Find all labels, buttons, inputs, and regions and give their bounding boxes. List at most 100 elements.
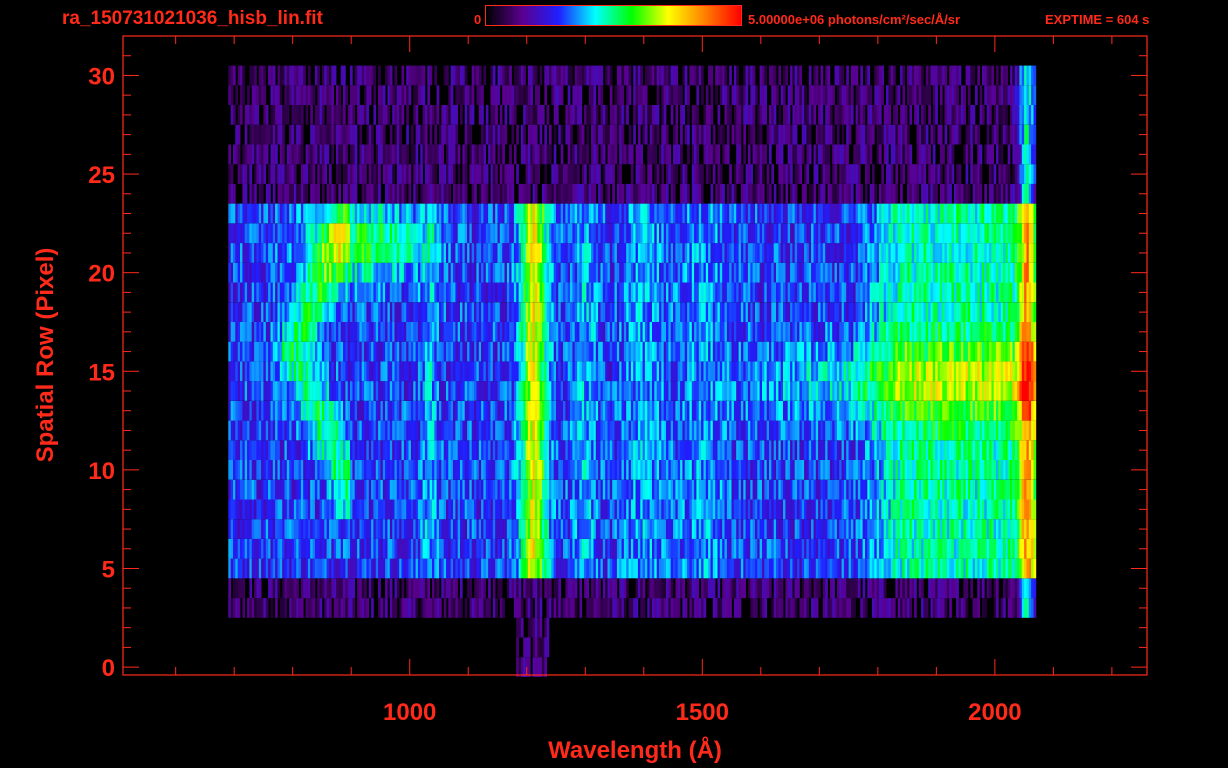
image-cell — [436, 440, 440, 460]
image-cell — [504, 400, 508, 421]
image-cell — [886, 558, 889, 579]
image-cell — [305, 538, 309, 559]
image-cell — [820, 440, 824, 460]
image-cell — [312, 578, 316, 599]
image-cell — [357, 578, 360, 599]
image-cell — [738, 400, 742, 421]
image-cell — [424, 538, 428, 559]
image-cell — [1024, 341, 1027, 362]
image-cell — [890, 400, 894, 421]
image-cell — [680, 341, 683, 362]
image-cell — [490, 558, 494, 579]
image-cell — [960, 400, 964, 421]
image-cell — [979, 538, 983, 559]
image-cell — [785, 460, 789, 480]
image-cell — [663, 420, 667, 441]
image-cell — [923, 361, 927, 382]
image-cell — [340, 460, 344, 480]
image-cell — [230, 479, 234, 500]
image-cell — [434, 558, 437, 579]
image-cell — [696, 440, 700, 460]
image-cell — [825, 400, 828, 421]
image-cell — [722, 400, 725, 421]
image-cell — [776, 519, 779, 539]
image-cell — [682, 479, 686, 500]
image-cell — [361, 440, 365, 460]
image-cell — [907, 538, 910, 559]
image-cell — [644, 400, 648, 421]
image-cell — [424, 420, 428, 441]
image-cell — [818, 341, 821, 362]
image-cell — [923, 460, 927, 480]
image-cell — [558, 519, 561, 539]
image-cell — [614, 598, 618, 618]
image-cell — [331, 479, 334, 500]
image-cell — [570, 519, 573, 539]
image-cell — [586, 538, 590, 559]
image-cell — [242, 400, 246, 421]
image-cell — [563, 460, 566, 480]
image-cell — [979, 460, 983, 480]
image-cell — [1028, 400, 1032, 421]
image-cell — [244, 440, 248, 460]
image-cell — [228, 519, 231, 539]
image-cell — [293, 460, 297, 480]
image-cell — [862, 578, 866, 599]
image-cell — [850, 460, 854, 480]
image-cell — [865, 519, 868, 539]
image-cell — [705, 341, 709, 362]
image-cell — [413, 322, 416, 342]
image-cell — [249, 460, 253, 480]
image-cell — [495, 341, 498, 362]
image-cell — [497, 538, 501, 559]
image-cell — [946, 440, 950, 460]
image-cell — [637, 440, 641, 460]
image-cell — [942, 460, 945, 480]
image-cell — [925, 598, 929, 618]
image-cell — [827, 341, 831, 362]
image-cell — [485, 558, 489, 579]
image-cell — [925, 400, 929, 421]
image-cell — [1031, 341, 1034, 362]
image-cell — [446, 440, 449, 460]
image-cell — [460, 598, 463, 618]
image-cell — [588, 538, 592, 559]
image-cell — [724, 519, 728, 539]
image-cell — [888, 479, 892, 500]
image-cell — [300, 420, 304, 441]
image-cell — [745, 341, 749, 362]
image-cell — [453, 479, 456, 500]
image-cell — [469, 558, 473, 579]
image-cell — [329, 460, 332, 480]
image-cell — [857, 361, 861, 382]
image-cell — [834, 381, 838, 401]
image-cell — [478, 538, 482, 559]
image-cell — [970, 400, 973, 421]
image-cell — [942, 538, 945, 559]
image-cell — [427, 361, 430, 382]
image-cell — [399, 322, 402, 342]
image-cell — [389, 499, 393, 520]
image-cell — [441, 538, 444, 559]
image-cell — [923, 558, 927, 579]
image-cell — [813, 420, 817, 441]
image-cell — [460, 381, 463, 401]
image-cell — [612, 558, 615, 579]
image-cell — [350, 578, 353, 599]
image-cell — [951, 361, 955, 382]
image-cell — [750, 499, 753, 520]
image-cell — [1007, 558, 1011, 579]
image-cell — [881, 440, 884, 460]
image-cell — [506, 341, 510, 362]
image-cell — [441, 479, 444, 500]
image-cell — [560, 381, 564, 401]
image-cell — [661, 440, 664, 460]
image-cell — [270, 578, 274, 599]
image-cell — [787, 538, 791, 559]
image-cell — [935, 538, 938, 559]
image-cell — [251, 558, 255, 579]
image-cell — [319, 460, 323, 480]
image-cell — [755, 479, 758, 500]
image-cell — [663, 361, 667, 382]
image-cell — [717, 341, 721, 362]
